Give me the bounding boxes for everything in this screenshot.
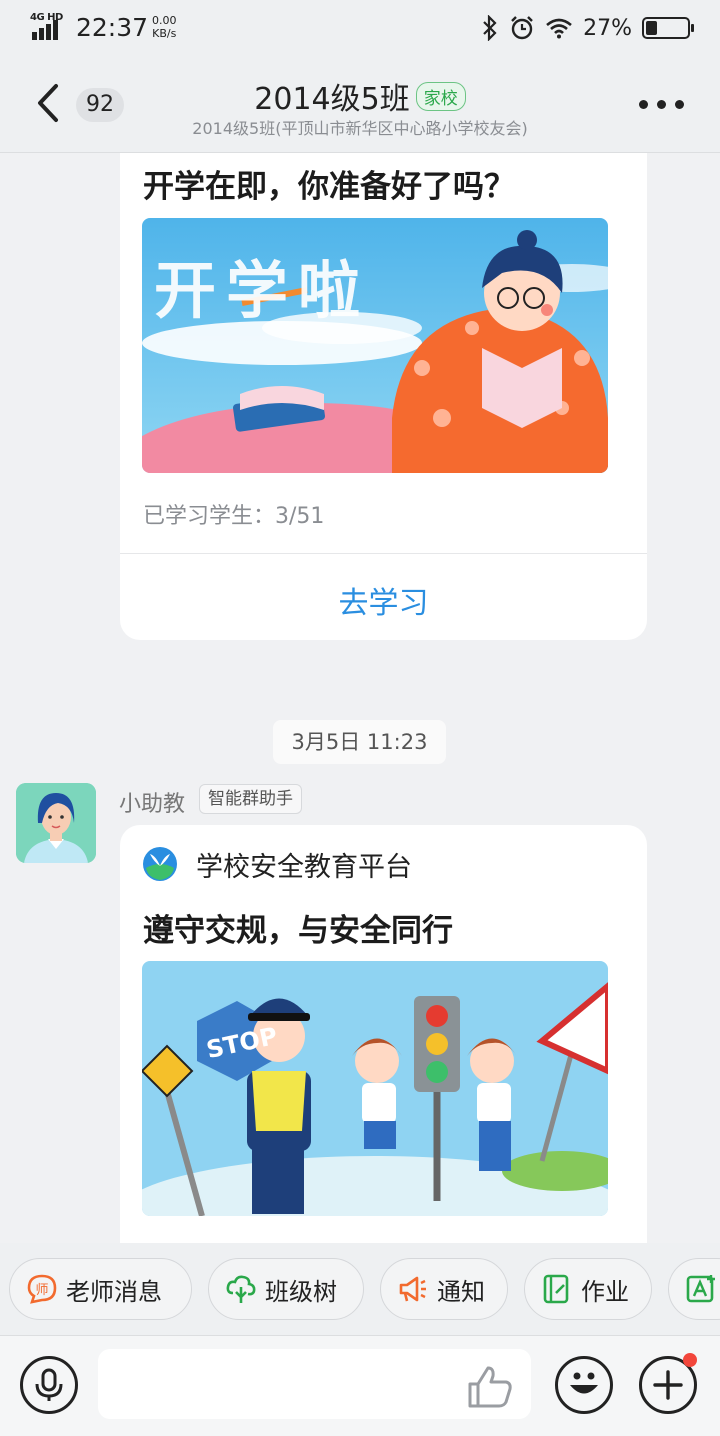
shortcut-more[interactable]	[668, 1258, 720, 1320]
shortcut-label: 通知	[437, 1277, 485, 1306]
voice-button[interactable]	[20, 1356, 78, 1414]
lesson-image[interactable]: 开学啦	[142, 218, 608, 473]
tree-icon	[225, 1273, 257, 1305]
shortcut-label: 作业	[581, 1277, 629, 1306]
shortcut-homework[interactable]: 作业	[524, 1258, 652, 1320]
signal-icon: 4G HD	[30, 12, 68, 42]
input-bar	[0, 1335, 720, 1436]
shortcut-teacher-messages[interactable]: 师 老师消息	[9, 1258, 192, 1320]
emoji-button[interactable]	[555, 1356, 613, 1414]
text-add-icon	[685, 1273, 717, 1305]
study-progress: 已学习学生：3/51	[143, 504, 325, 529]
more-actions-button[interactable]	[639, 1353, 697, 1414]
card-title: 开学在即，你准备好了吗？	[143, 169, 515, 205]
battery-percent: 27%	[583, 15, 632, 41]
shortcut-class-tree[interactable]: 班级树	[208, 1258, 364, 1320]
shortcut-bar: 师 老师消息 班级树 通知 作业	[0, 1243, 720, 1335]
lesson-card[interactable]: 开学在即，你准备好了吗？ 开学啦 已学习学生：3/51 去学习	[120, 153, 647, 640]
microphone-icon	[35, 1368, 63, 1401]
image-caption: 开学啦	[154, 254, 371, 327]
safety-image[interactable]: STOP	[142, 961, 608, 1216]
avatar[interactable]	[16, 783, 96, 863]
chat-header: 92 2014级5班 家校 2014级5班(平顶山市新华区中心路小学校友会)	[0, 56, 720, 153]
platform-name: 学校安全教育平台	[196, 852, 412, 883]
homework-icon	[541, 1273, 573, 1305]
card-title: 遵守交规，与安全同行	[143, 913, 453, 949]
school-tag: 家校	[415, 81, 466, 111]
shortcut-label: 班级树	[265, 1277, 337, 1306]
time-divider: 3月5日 11:23	[273, 720, 446, 764]
megaphone-icon	[397, 1273, 429, 1305]
sender-tag: 智能群助手	[199, 784, 302, 814]
chat-area[interactable]: 开学在即，你准备好了吗？ 开学啦 已学习学生：3/51 去学习 3月5日 11:…	[0, 153, 720, 1243]
sender-name: 小助教	[119, 792, 186, 817]
thumbs-up-icon[interactable]	[466, 1364, 514, 1408]
notification-dot	[683, 1353, 697, 1367]
svg-text:师: 师	[35, 1283, 48, 1298]
bluetooth-icon	[483, 15, 497, 41]
safety-lesson-card[interactable]: 学校安全教育平台 遵守交规，与安全同行 STOP	[120, 825, 647, 1243]
go-study-button[interactable]: 去学习	[120, 578, 647, 622]
clock: 22:37	[76, 13, 149, 42]
page-title: 2014级5班	[254, 82, 410, 117]
network-speed: 0.00 KB/s	[152, 14, 177, 40]
divider	[120, 553, 647, 554]
more-options-icon[interactable]	[639, 100, 684, 109]
status-bar: 4G HD 22:37 0.00 KB/s 27%	[0, 0, 720, 56]
wifi-icon	[546, 18, 572, 39]
teacher-icon: 师	[26, 1273, 58, 1305]
platform-logo-icon	[143, 847, 177, 881]
smiley-icon	[570, 1372, 598, 1394]
shortcut-label: 老师消息	[66, 1277, 162, 1306]
alarm-icon	[511, 16, 533, 40]
page-subtitle: 2014级5班(平顶山市新华区中心路小学校友会)	[192, 119, 528, 138]
shortcut-notice[interactable]: 通知	[380, 1258, 508, 1320]
plus-icon	[653, 1370, 683, 1400]
battery-icon	[642, 17, 694, 39]
